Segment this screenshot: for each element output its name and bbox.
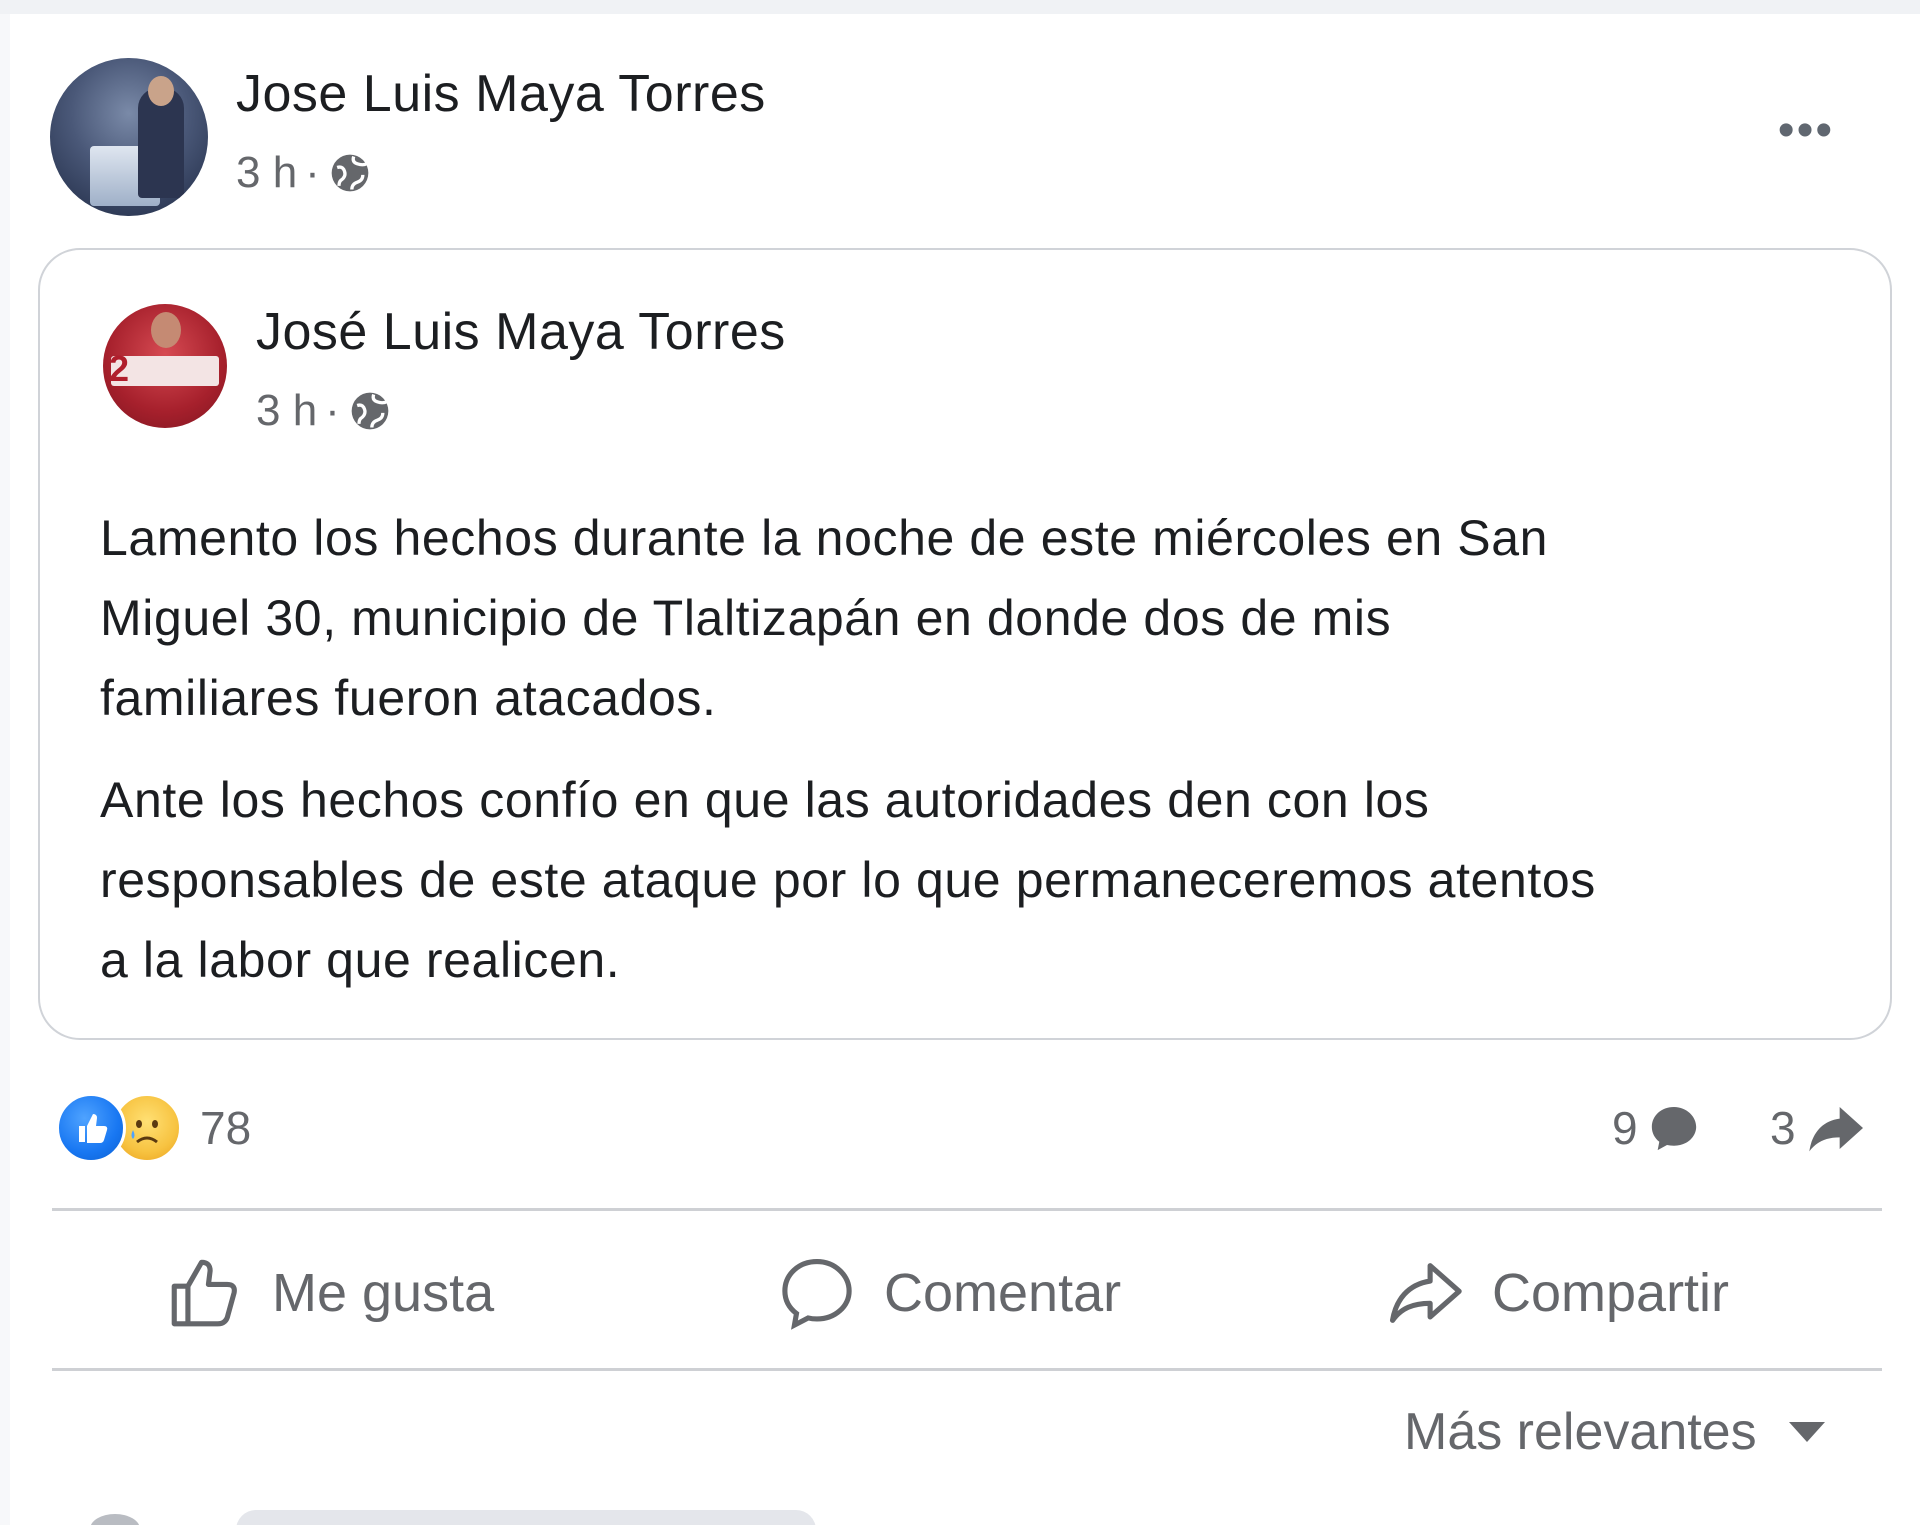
next-comment-avatar[interactable] xyxy=(90,1514,140,1525)
globe-icon[interactable] xyxy=(348,389,392,433)
avatar-head xyxy=(148,76,174,106)
like-button[interactable]: Me gusta xyxy=(164,1238,494,1348)
more-options-icon[interactable]: ••• xyxy=(1766,100,1846,160)
left-edge xyxy=(0,14,10,1525)
post-time[interactable]: 3 h xyxy=(236,148,297,198)
top-strip xyxy=(0,0,1920,14)
share-count-value: 3 xyxy=(1770,1102,1796,1154)
comment-icon xyxy=(782,1259,852,1330)
comment-count[interactable]: 9 xyxy=(1612,1090,1702,1166)
comment-count-value: 9 xyxy=(1612,1102,1638,1154)
sort-label: Más relevantes xyxy=(1404,1403,1757,1461)
post-paragraph: Lamento los hechos durante la noche de e… xyxy=(100,510,1549,726)
share-button[interactable]: Compartir xyxy=(1384,1238,1729,1348)
caret-down-icon xyxy=(1788,1422,1825,1442)
globe-icon[interactable] xyxy=(328,151,372,195)
shared-author-avatar[interactable]: 2 xyxy=(103,304,227,428)
shared-avatar-face xyxy=(151,312,181,348)
divider xyxy=(52,1368,1882,1371)
shared-post-meta: 3 h · xyxy=(256,386,392,436)
reaction-count: 78 xyxy=(200,1102,252,1154)
comment-bubble-icon xyxy=(1651,1107,1696,1151)
like-reaction-icon xyxy=(56,1093,126,1163)
next-comment-bubble[interactable] xyxy=(236,1510,816,1525)
post-meta: 3 h · xyxy=(236,148,372,198)
thumbs-up-icon xyxy=(171,1259,237,1327)
shared-avatar-number: 2 xyxy=(109,348,130,389)
shared-post-time[interactable]: 3 h xyxy=(256,386,317,436)
author-avatar[interactable] xyxy=(50,58,208,216)
comment-button[interactable]: Comentar xyxy=(776,1238,1121,1348)
share-count[interactable]: 3 xyxy=(1770,1090,1866,1166)
share-icon xyxy=(1389,1263,1462,1323)
facebook-post-page: Jose Luis Maya Torres 3 h · ••• 2 José L… xyxy=(0,0,1920,1525)
meta-separator: · xyxy=(305,148,320,197)
share-arrow-icon xyxy=(1808,1107,1863,1152)
share-button-label: Compartir xyxy=(1492,1263,1730,1323)
post-paragraph: Ante los hechos confío en que las autori… xyxy=(100,772,1596,988)
comment-button-label: Comentar xyxy=(884,1263,1122,1323)
divider xyxy=(52,1208,1882,1211)
comment-sort-dropdown[interactable]: Más relevantes xyxy=(1404,1394,1827,1470)
like-button-label: Me gusta xyxy=(272,1263,495,1323)
reactions-summary[interactable]: 78 xyxy=(56,1090,251,1166)
shared-author-name[interactable]: José Luis Maya Torres xyxy=(256,302,786,362)
author-name[interactable]: Jose Luis Maya Torres xyxy=(236,64,766,124)
shared-meta-separator: · xyxy=(325,386,340,435)
